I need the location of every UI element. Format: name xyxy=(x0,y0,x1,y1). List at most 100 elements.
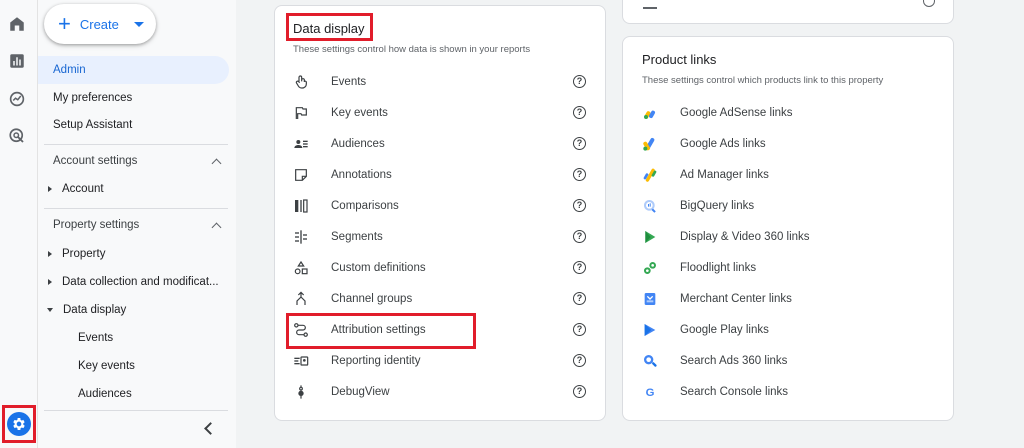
help-icon[interactable]: ? xyxy=(573,199,586,212)
row-label: Search Console links xyxy=(680,386,789,398)
sub-item-label: Audiences xyxy=(78,388,132,400)
product-links-card: Product links These settings control whi… xyxy=(622,36,954,421)
help-icon[interactable] xyxy=(923,0,935,7)
product-link-row[interactable]: Google Play links xyxy=(642,316,769,344)
row-label: Custom definitions xyxy=(331,262,426,274)
partial-card xyxy=(622,0,954,24)
tree-item-label: Data display xyxy=(63,304,127,316)
tree-item-label: Property xyxy=(62,248,106,260)
section-label: Property settings xyxy=(53,219,140,231)
row-label: Audiences xyxy=(331,138,385,150)
merchant-center-icon xyxy=(642,291,664,307)
tree-item-label: Data collection and modificat... xyxy=(62,276,219,288)
nav-item-setup-assistant[interactable]: Setup Assistant xyxy=(44,111,229,139)
highlight-box xyxy=(286,13,373,41)
product-link-row[interactable]: Google Ads links xyxy=(642,130,766,158)
row-label: Ad Manager links xyxy=(680,169,769,181)
help-icon[interactable]: ? xyxy=(573,168,586,181)
chevron-up-icon xyxy=(211,222,222,232)
svg-text:G: G xyxy=(646,387,655,399)
product-link-row[interactable]: Search Ads 360 links xyxy=(642,347,787,375)
card-subtitle: These settings control which products li… xyxy=(642,75,884,86)
help-icon[interactable]: ? xyxy=(573,137,586,150)
settings-row[interactable]: Custom definitions xyxy=(293,254,426,282)
row-label: Google Ads links xyxy=(680,138,766,150)
help-icon[interactable]: ? xyxy=(573,106,586,119)
create-button[interactable]: + Create xyxy=(44,4,156,44)
product-link-row[interactable]: BigQuery links xyxy=(642,192,754,220)
row-label: BigQuery links xyxy=(680,200,755,212)
search-console-icon: G xyxy=(642,384,664,400)
row-label: Merchant Center links xyxy=(680,293,792,305)
settings-row[interactable]: Segments xyxy=(293,223,383,251)
adsense-icon xyxy=(642,105,664,121)
nav-item-my-preferences[interactable]: My preferences xyxy=(44,84,229,112)
settings-row[interactable]: Events xyxy=(293,68,366,96)
product-link-row[interactable]: Merchant Center links xyxy=(642,285,792,313)
card-title: Product links xyxy=(642,52,717,67)
plus-icon: + xyxy=(58,11,71,36)
audience-icon xyxy=(293,136,315,152)
compare-icon xyxy=(293,198,315,214)
settings-row[interactable]: Audiences xyxy=(293,130,385,158)
tree-item-data-display[interactable]: Data display xyxy=(44,296,234,324)
product-link-row[interactable]: Floodlight links xyxy=(642,254,756,282)
search-ads-360-icon xyxy=(642,353,664,369)
explore-icon[interactable] xyxy=(5,87,29,111)
sub-item-events[interactable]: Events xyxy=(78,324,113,352)
divider xyxy=(44,410,228,411)
google-play-icon xyxy=(642,322,664,338)
identity-icon xyxy=(293,353,315,369)
settings-row[interactable]: Key events xyxy=(293,99,388,127)
collapse-arrow-icon xyxy=(47,308,53,312)
create-button-label: Create xyxy=(79,16,119,32)
help-icon[interactable]: ? xyxy=(573,292,586,305)
product-link-row[interactable]: Display & Video 360 links xyxy=(642,223,810,251)
settings-row[interactable]: Channel groups xyxy=(293,285,412,313)
tree-item-account[interactable]: Account xyxy=(44,175,234,203)
expand-arrow-icon xyxy=(48,251,52,257)
advertising-icon[interactable] xyxy=(5,124,29,148)
link-icon xyxy=(643,0,657,9)
divider xyxy=(44,144,228,145)
reports-icon[interactable] xyxy=(5,49,29,73)
icon-rail xyxy=(0,0,38,448)
row-label: Comparisons xyxy=(331,200,399,212)
tree-item-data-collection[interactable]: Data collection and modificat... xyxy=(44,268,234,296)
admin-gear-button[interactable] xyxy=(2,405,36,443)
sub-item-audiences[interactable]: Audiences xyxy=(78,380,132,408)
card-subtitle: These settings control how data is shown… xyxy=(293,44,531,55)
caret-down-icon xyxy=(133,21,144,27)
row-label: Floodlight links xyxy=(680,262,757,274)
nav-section-property-settings[interactable]: Property settings xyxy=(44,211,228,239)
help-icon[interactable]: ? xyxy=(573,75,586,88)
row-label: Search Ads 360 links xyxy=(680,355,788,367)
note-icon xyxy=(293,167,315,183)
tree-item-property[interactable]: Property xyxy=(44,240,234,268)
product-link-row[interactable]: Google AdSense links xyxy=(642,99,793,127)
nav-item-admin[interactable]: Admin xyxy=(38,56,229,84)
home-icon[interactable] xyxy=(5,12,29,36)
google-ads-icon xyxy=(642,136,664,152)
help-icon[interactable]: ? xyxy=(573,261,586,274)
settings-row[interactable]: Reporting identity xyxy=(293,347,421,375)
product-link-row[interactable]: G Search Console links xyxy=(642,378,788,406)
help-icon[interactable]: ? xyxy=(573,354,586,367)
collapse-nav-chevron-icon[interactable] xyxy=(204,422,217,435)
dv360-icon xyxy=(642,229,664,245)
row-label: Display & Video 360 links xyxy=(680,231,810,243)
row-label: Google Play links xyxy=(680,324,769,336)
nav-section-account-settings[interactable]: Account settings xyxy=(44,147,228,175)
settings-row[interactable]: DebugView xyxy=(293,378,390,406)
debug-icon xyxy=(293,384,315,400)
help-icon[interactable]: ? xyxy=(573,323,586,336)
settings-row[interactable]: Annotations xyxy=(293,161,392,189)
help-icon[interactable]: ? xyxy=(573,385,586,398)
help-icon[interactable]: ? xyxy=(573,230,586,243)
row-label: Segments xyxy=(331,231,383,243)
nav-item-label: Setup Assistant xyxy=(53,119,133,131)
row-label: Google AdSense links xyxy=(680,107,793,119)
settings-row[interactable]: Comparisons xyxy=(293,192,399,220)
sub-item-key-events[interactable]: Key events xyxy=(78,352,135,380)
product-link-row[interactable]: Ad Manager links xyxy=(642,161,769,189)
